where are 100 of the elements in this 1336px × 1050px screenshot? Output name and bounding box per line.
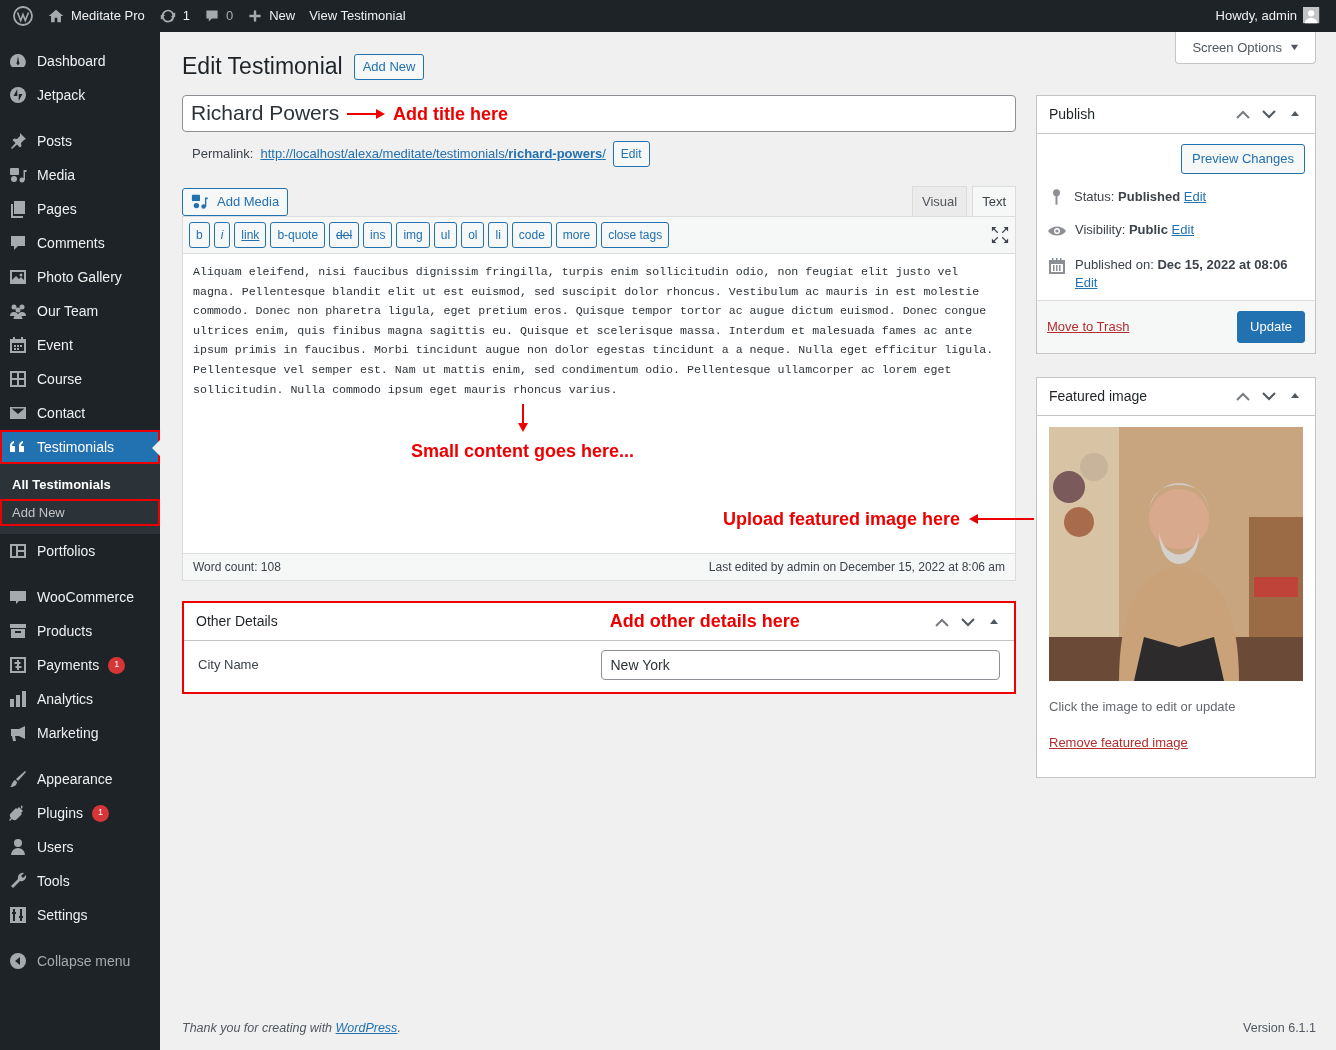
annotation-text: Small content goes here... xyxy=(411,440,635,464)
site-link[interactable]: Meditate Pro xyxy=(71,6,145,26)
edit-link[interactable]: Edit xyxy=(1183,188,1207,204)
pin-marker-icon xyxy=(1053,188,1060,205)
format-button[interactable]: li xyxy=(488,222,508,249)
collapse-menu[interactable]: Collapse menu xyxy=(0,944,160,978)
count-badge: 1 xyxy=(108,656,126,674)
format-button[interactable]: b-quote xyxy=(270,222,326,249)
status-text: Published on: Dec 15, 2022 at 08:06 xyxy=(1075,256,1288,272)
preview-button[interactable]: Preview Changes xyxy=(1181,143,1305,174)
payment-box-icon xyxy=(8,655,28,675)
menu-item[interactable]: Event xyxy=(0,328,160,362)
count-badge: 1 xyxy=(91,804,109,822)
menu-item[interactable]: Users xyxy=(0,830,160,864)
lightning-circle-icon xyxy=(8,85,28,105)
menu-item[interactable]: Plugins 1 xyxy=(0,796,160,830)
calendar-icon xyxy=(8,335,28,355)
menu-item[interactable]: Our Team xyxy=(0,294,160,328)
editor-tab[interactable]: Visual xyxy=(911,185,968,217)
add-media-button[interactable]: Add Media xyxy=(182,188,289,217)
menu-item[interactable]: Tools xyxy=(0,864,160,898)
user-icon xyxy=(8,837,28,857)
pin-icon xyxy=(8,131,28,151)
remove-image-link[interactable]: Remove featured image xyxy=(1049,735,1188,751)
menu-item[interactable]: Analytics xyxy=(0,682,160,716)
format-button[interactable]: ul xyxy=(433,222,458,249)
screen-options-button[interactable]: Screen Options xyxy=(1175,32,1316,64)
bar-chart-icon xyxy=(8,689,28,709)
comment-icon xyxy=(8,233,28,253)
format-button[interactable]: more xyxy=(555,222,598,249)
format-button[interactable]: ins xyxy=(363,222,393,249)
media-icon xyxy=(191,193,209,212)
account-link[interactable]: Howdy, admin xyxy=(1215,6,1297,26)
format-button[interactable]: del xyxy=(329,222,360,249)
comment-icon xyxy=(203,8,220,24)
format-button[interactable]: code xyxy=(511,222,552,249)
menu-item[interactable]: Posts xyxy=(0,124,160,158)
logo-icon[interactable] xyxy=(13,6,33,26)
status-text: Status: Published xyxy=(1074,188,1181,204)
menu-item[interactable]: Portfolios xyxy=(0,534,160,568)
menu-item[interactable]: Dashboard xyxy=(0,44,160,78)
menu-item[interactable]: Settings xyxy=(0,898,160,932)
menu-item[interactable]: Marketing xyxy=(0,716,160,750)
collapse-icon xyxy=(8,951,28,971)
trash-link[interactable]: Move to Trash xyxy=(1047,316,1130,337)
update-button[interactable]: Update xyxy=(1237,310,1305,343)
permalink-url[interactable]: http://localhost/alexa/meditate/testimonials/richard-powers/ xyxy=(260,143,606,164)
menu-item[interactable]: Testimonials xyxy=(0,430,160,464)
add-new-button[interactable]: Add New xyxy=(353,53,425,80)
megaphone-icon xyxy=(8,723,28,743)
status-text: Visibility: Public xyxy=(1075,221,1168,237)
sliders-icon xyxy=(8,905,28,925)
format-button[interactable]: close tags xyxy=(601,222,670,249)
edit-link[interactable]: Edit xyxy=(1171,221,1194,237)
menu-item[interactable]: Appearance xyxy=(0,762,160,796)
menu-item[interactable]: Products xyxy=(0,614,160,648)
version-text: Version 6.1.1 xyxy=(1243,1020,1316,1038)
refresh-icon xyxy=(158,7,177,25)
new-link[interactable]: New xyxy=(269,6,296,26)
plus-icon xyxy=(247,8,264,24)
menu-item[interactable]: Payments 1 xyxy=(0,648,160,682)
menu-item[interactable]: Jetpack xyxy=(0,78,160,112)
word-count: Word count: 108 xyxy=(193,559,281,577)
last-edited: Last edited by admin on December 15, 2022 at 8:06 am xyxy=(708,559,1005,577)
page-title: Edit Testimonial xyxy=(182,53,343,81)
format-button[interactable]: b xyxy=(189,222,210,249)
submenu-item[interactable]: Add New xyxy=(0,498,160,526)
menu-item[interactable]: Course xyxy=(0,362,160,396)
city-field[interactable]: New York xyxy=(601,650,1000,681)
annotation-text: Add title here xyxy=(393,102,508,126)
image-icon xyxy=(8,267,28,287)
archive-icon xyxy=(8,621,28,641)
comment-count[interactable]: 0 xyxy=(225,6,234,26)
edit-link[interactable]: Edit xyxy=(1075,274,1098,290)
view-link[interactable]: View Testimonial xyxy=(302,6,413,26)
menu-item[interactable]: Pages xyxy=(0,192,160,226)
edit-button[interactable]: Edit xyxy=(612,140,650,167)
grid-icon xyxy=(8,369,28,389)
format-button[interactable]: img xyxy=(396,222,430,249)
submenu-item[interactable]: All Testimonials xyxy=(0,471,160,499)
menu-item[interactable]: Photo Gallery xyxy=(0,260,160,294)
menu-item[interactable]: Contact xyxy=(0,396,160,430)
panel-title: Other Details xyxy=(196,612,278,632)
menu-item[interactable]: Comments xyxy=(0,226,160,260)
editor-tab[interactable]: Text xyxy=(972,185,1016,217)
image-caption: Click the image to edit or update xyxy=(1049,697,1237,716)
menu-item[interactable]: Media xyxy=(0,158,160,192)
arrow-left xyxy=(968,512,1035,527)
editor-text[interactable]: Aliquam eleifend, nisi faucibus dignissim fringilla, turpis enim sollicitudin odio, non feugiat elit justo vel magna. Pellentesque blandit elit ut est euismod, sed suscipit dolor rhoncus. Vestibulum ac mauris in est molestie commodo. Donec non pharetra ligula, eget pretium eros. Quisque tempor tortor ac augue dictum euismod. Donec congue ultrices enim, quis finibus magna sagittis eu. Quisque et scelerisque massa. Interdum et malesuada fames ac ante ipsum primis in faucibus. Morbi tincidunt augue non dolor egestas tincidunt a a neque. Nulla eget efficitur ligula. Pellentesque vel semper est. Nam ut mattis enim, sed condimentum odio. Pellentesque ullamcorper ac lorem eget sollicitudin. Nulla commodo ipsum eget mauris rhoncus varius. xyxy=(193,262,1005,400)
format-button[interactable]: link xyxy=(234,222,267,249)
panel-title: Publish xyxy=(1049,104,1095,124)
update-count[interactable]: 1 xyxy=(182,6,190,26)
menu-item[interactable]: WooCommerce xyxy=(0,580,160,614)
format-button[interactable]: ol xyxy=(461,222,485,249)
brush-icon xyxy=(8,769,28,789)
portfolio-icon xyxy=(8,541,28,561)
format-button[interactable]: i xyxy=(213,222,231,249)
field-label: City Name xyxy=(198,656,260,675)
home-icon xyxy=(47,7,65,25)
fullscreen-icon[interactable] xyxy=(991,226,1009,245)
